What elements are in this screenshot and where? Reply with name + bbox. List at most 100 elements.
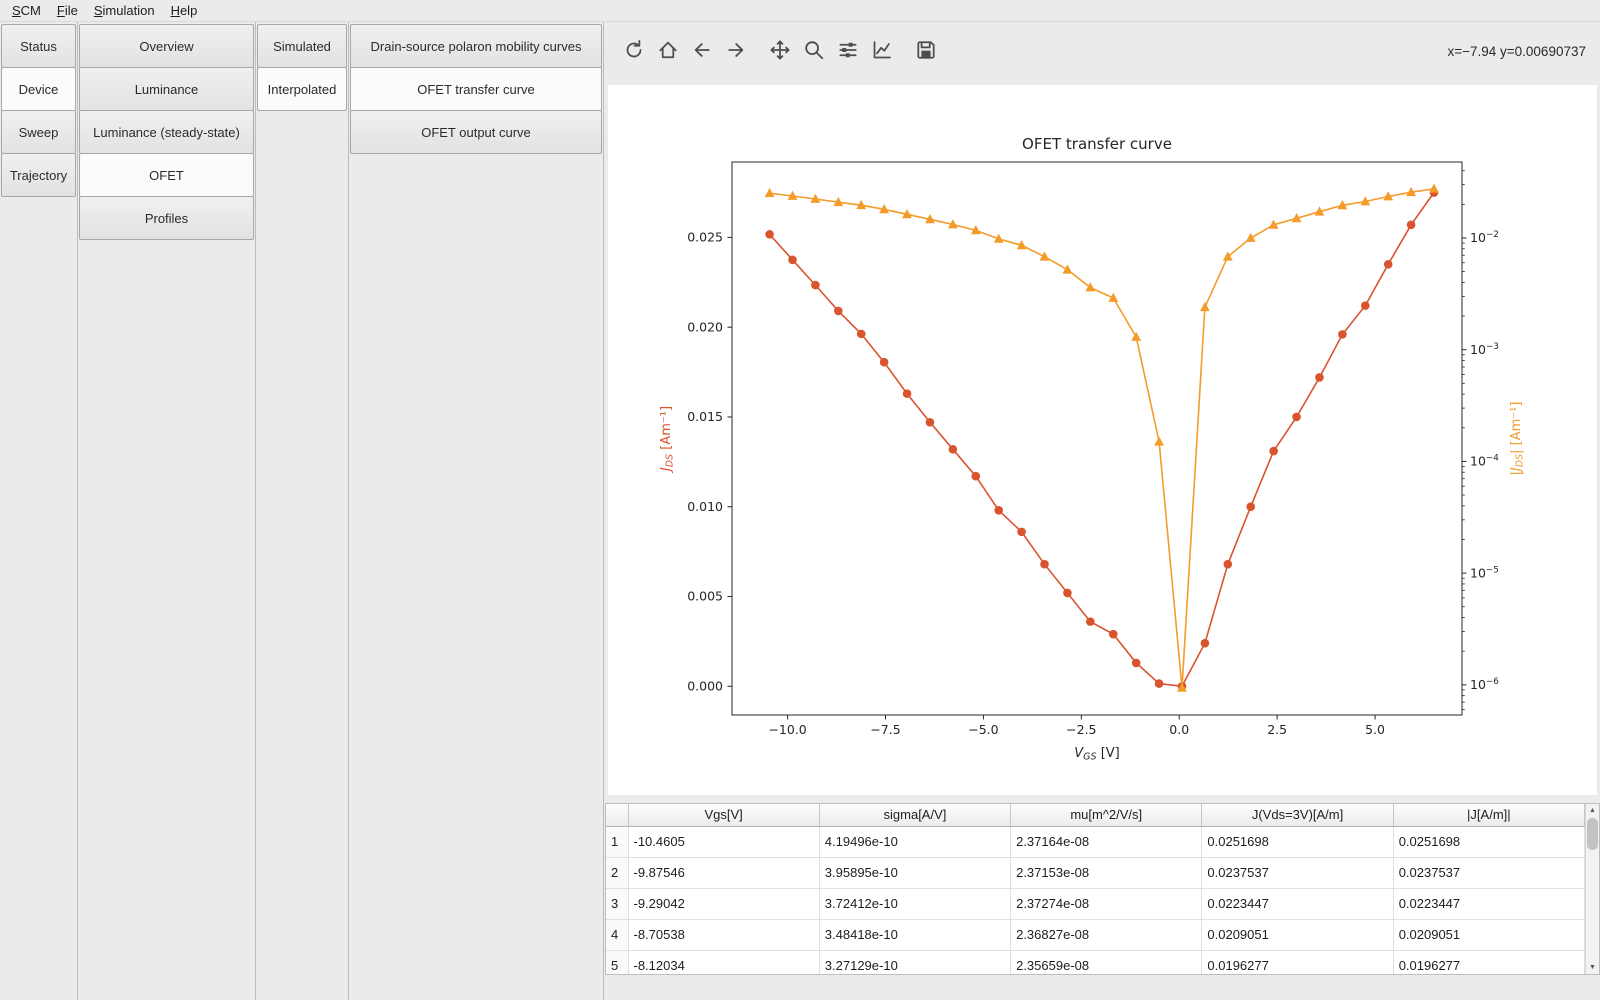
- column-header-j-vds-3v-a-m[interactable]: J(Vds=3V)[A/m]: [1202, 804, 1393, 826]
- nav-item-luminance[interactable]: Luminance: [79, 67, 254, 111]
- nav-column-main: StatusDeviceSweepTrajectory: [0, 22, 78, 1000]
- svg-text:−5.0: −5.0: [968, 722, 998, 737]
- nav-item-device[interactable]: Device: [1, 67, 76, 111]
- refresh-button[interactable]: [618, 34, 649, 65]
- row-number: 4: [606, 919, 628, 950]
- svg-text:OFET transfer curve: OFET transfer curve: [1022, 135, 1172, 153]
- nav-item-luminance-steady-state[interactable]: Luminance (steady-state): [79, 110, 254, 154]
- svg-text:JDS [Am⁻¹]: JDS [Am⁻¹]: [659, 406, 676, 474]
- table-cell[interactable]: 0.0237537: [1202, 857, 1393, 888]
- zoom-button[interactable]: [798, 34, 829, 65]
- back-button[interactable]: [686, 34, 717, 65]
- forward-button[interactable]: [720, 34, 751, 65]
- svg-text:5.0: 5.0: [1365, 722, 1385, 737]
- svg-text:0.000: 0.000: [687, 678, 723, 693]
- nav-item-ofet[interactable]: OFET: [79, 153, 254, 197]
- nav-column-data-source: SimulatedInterpolated: [256, 22, 349, 1000]
- table-scrollbar[interactable]: ▲ ▼: [1585, 804, 1599, 974]
- table-corner-cell: [606, 804, 628, 826]
- forward-icon: [725, 39, 747, 61]
- nav-column-plots: Drain-source polaron mobility curvesOFET…: [349, 22, 604, 1000]
- subplot-settings-icon: [837, 39, 859, 61]
- menu-help[interactable]: Help: [165, 1, 208, 20]
- scroll-up-arrow-icon[interactable]: ▲: [1586, 804, 1599, 817]
- ofet-transfer-curve-chart[interactable]: −10.0−7.5−5.0−2.50.02.55.00.0000.0050.01…: [608, 85, 1597, 795]
- table-cell[interactable]: 0.0237537: [1393, 857, 1584, 888]
- svg-text:−7.5: −7.5: [870, 722, 900, 737]
- plot-panel: −10.0−7.5−5.0−2.50.02.55.00.0000.0050.01…: [608, 85, 1597, 795]
- svg-text:−10.0: −10.0: [768, 722, 806, 737]
- column-header-sigma-a-v[interactable]: sigma[A/V]: [819, 804, 1010, 826]
- nav-column-device: OverviewLuminanceLuminance (steady-state…: [78, 22, 256, 1000]
- table-cell[interactable]: 2.37274e-08: [1011, 888, 1202, 919]
- svg-text:0.010: 0.010: [687, 499, 723, 514]
- table-cell[interactable]: -8.12034: [628, 950, 819, 975]
- table-cell[interactable]: 0.0223447: [1393, 888, 1584, 919]
- column-header-j-a-m[interactable]: |J[A/m]|: [1393, 804, 1584, 826]
- nav-item-status[interactable]: Status: [1, 24, 76, 68]
- svg-text:VGS [V]: VGS [V]: [1074, 746, 1119, 763]
- pan-button[interactable]: [764, 34, 795, 65]
- nav-item-ofet-transfer-curve[interactable]: OFET transfer curve: [350, 67, 602, 111]
- svg-text:0.0: 0.0: [1169, 722, 1189, 737]
- table-cell[interactable]: 0.0209051: [1202, 919, 1393, 950]
- svg-text:10−3: 10−3: [1470, 342, 1499, 357]
- menu-simulation[interactable]: Simulation: [88, 1, 165, 20]
- table-cell[interactable]: 2.36827e-08: [1011, 919, 1202, 950]
- table-row: 1-10.46054.19496e-102.37164e-080.0251698…: [606, 826, 1585, 857]
- axes-edit-button[interactable]: [866, 34, 897, 65]
- nav-item-sweep[interactable]: Sweep: [1, 110, 76, 154]
- nav-item-ofet-output-curve[interactable]: OFET output curve: [350, 110, 602, 154]
- table-cell[interactable]: 3.95895e-10: [819, 857, 1010, 888]
- nav-item-simulated[interactable]: Simulated: [257, 24, 347, 68]
- table-cell[interactable]: 0.0196277: [1202, 950, 1393, 975]
- nav-item-drain-source-polaron-mobility-curves[interactable]: Drain-source polaron mobility curves: [350, 24, 602, 68]
- axes-edit-icon: [871, 39, 893, 61]
- svg-text:10−4: 10−4: [1470, 454, 1499, 469]
- scroll-down-arrow-icon[interactable]: ▼: [1586, 961, 1599, 974]
- table-cell[interactable]: 3.48418e-10: [819, 919, 1010, 950]
- svg-text:|JDS| [Am⁻¹]: |JDS| [Am⁻¹]: [1509, 402, 1526, 476]
- nav-item-overview[interactable]: Overview: [79, 24, 254, 68]
- table-row: 5-8.120343.27129e-102.35659e-080.0196277…: [606, 950, 1585, 975]
- table-cell[interactable]: 0.0196277: [1393, 950, 1584, 975]
- row-number: 1: [606, 826, 628, 857]
- table-cell[interactable]: 0.0251698: [1393, 826, 1584, 857]
- table-cell[interactable]: 2.35659e-08: [1011, 950, 1202, 975]
- data-table-panel: Vgs[V]sigma[A/V]mu[m^2/V/s]J(Vds=3V)[A/m…: [605, 803, 1600, 975]
- svg-text:0.020: 0.020: [687, 319, 723, 334]
- svg-text:10−2: 10−2: [1470, 230, 1499, 245]
- results-table: Vgs[V]sigma[A/V]mu[m^2/V/s]J(Vds=3V)[A/m…: [606, 804, 1585, 975]
- svg-text:10−5: 10−5: [1470, 565, 1499, 580]
- table-cell[interactable]: 4.19496e-10: [819, 826, 1010, 857]
- save-button[interactable]: [910, 34, 941, 65]
- menu-scm[interactable]: SCM: [6, 1, 51, 20]
- svg-text:2.5: 2.5: [1267, 722, 1287, 737]
- nav-item-profiles[interactable]: Profiles: [79, 196, 254, 240]
- row-number: 2: [606, 857, 628, 888]
- table-cell[interactable]: 0.0209051: [1393, 919, 1584, 950]
- nav-item-interpolated[interactable]: Interpolated: [257, 67, 347, 111]
- table-cell[interactable]: -10.4605: [628, 826, 819, 857]
- subplot-settings-button[interactable]: [832, 34, 863, 65]
- table-row: 2-9.875463.95895e-102.37153e-080.0237537…: [606, 857, 1585, 888]
- nav-item-trajectory[interactable]: Trajectory: [1, 153, 76, 197]
- home-button[interactable]: [652, 34, 683, 65]
- column-header-vgs-v[interactable]: Vgs[V]: [628, 804, 819, 826]
- table-cell[interactable]: 3.72412e-10: [819, 888, 1010, 919]
- table-cell[interactable]: 3.27129e-10: [819, 950, 1010, 975]
- table-cell[interactable]: -9.87546: [628, 857, 819, 888]
- row-number: 3: [606, 888, 628, 919]
- column-header-mu-m-2-v-s[interactable]: mu[m^2/V/s]: [1011, 804, 1202, 826]
- home-icon: [657, 39, 679, 61]
- save-icon: [915, 39, 937, 61]
- table-cell[interactable]: -8.70538: [628, 919, 819, 950]
- table-cell[interactable]: 2.37164e-08: [1011, 826, 1202, 857]
- table-cell[interactable]: 0.0223447: [1202, 888, 1393, 919]
- table-cell[interactable]: -9.29042: [628, 888, 819, 919]
- cursor-position-readout: x=−7.94 y=0.00690737: [1447, 44, 1586, 59]
- menu-file[interactable]: File: [51, 1, 88, 20]
- table-cell[interactable]: 2.37153e-08: [1011, 857, 1202, 888]
- scrollbar-thumb[interactable]: [1587, 818, 1598, 850]
- table-cell[interactable]: 0.0251698: [1202, 826, 1393, 857]
